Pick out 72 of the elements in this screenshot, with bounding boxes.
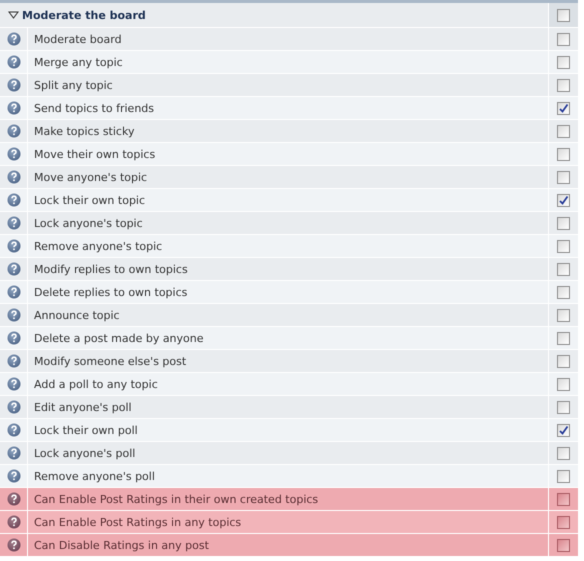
permission-label: Move anyone's topic [34,170,148,184]
permission-label: Can Disable Ratings in any post [34,538,209,552]
permission-label: Moderate board [34,32,122,46]
checkbox[interactable] [557,240,570,252]
checkbox[interactable] [557,332,570,344]
help-icon[interactable] [6,55,20,69]
checkbox[interactable] [557,170,570,184]
permission-label: Modify someone else's post [34,354,186,368]
permission-label: Make topics sticky [34,124,134,138]
expand-toggle-icon[interactable] [8,11,19,19]
permission-label: Lock their own poll [34,424,138,436]
checkbox[interactable] [557,32,570,46]
permission-label: Delete a post made by anyone [34,332,204,344]
help-icon[interactable] [6,32,20,46]
checkbox[interactable] [557,492,570,506]
checkbox[interactable] [557,262,570,276]
permission-label: Split any topic [34,78,113,92]
permission-label: Remove anyone's poll [34,470,155,482]
checkbox[interactable] [557,148,570,160]
permission-label: Merge any topic [34,56,123,68]
help-icon[interactable] [6,400,20,414]
permission-label: Lock their own topic [34,194,146,206]
checkbox[interactable] [557,470,570,482]
help-icon[interactable] [6,78,20,92]
help-icon[interactable] [6,285,20,299]
permission-label: Move their own topics [34,148,156,160]
permission-label: Lock anyone's topic [34,216,143,230]
help-icon[interactable] [6,492,20,506]
help-icon[interactable] [6,331,20,345]
checkbox[interactable] [557,424,570,436]
help-icon[interactable] [6,262,20,276]
checkbox[interactable] [557,8,570,22]
permission-label: Lock anyone's poll [34,446,136,460]
checkbox[interactable] [557,286,570,298]
section-title: Moderate the board [22,8,146,22]
checkbox[interactable] [557,102,570,114]
help-icon[interactable] [6,423,20,437]
help-icon[interactable] [6,469,20,483]
checkbox[interactable] [557,194,570,206]
checkbox[interactable] [557,538,570,552]
checkbox[interactable] [557,446,570,460]
help-icon[interactable] [6,193,20,207]
help-icon[interactable] [6,354,20,368]
permission-label: Can Enable Post Ratings in any topics [34,516,242,528]
checkbox[interactable] [557,308,570,322]
permission-label: Add a poll to any topic [34,378,158,390]
help-icon[interactable] [6,446,20,460]
help-icon[interactable] [6,377,20,391]
help-icon[interactable] [6,308,20,322]
checkbox[interactable] [557,400,570,414]
checkbox[interactable] [557,124,570,138]
permission-label: Modify replies to own topics [34,262,188,276]
help-icon[interactable] [6,216,20,230]
permission-label: Remove anyone's topic [34,240,162,252]
checkbox[interactable] [557,378,570,390]
permission-label: Send topics to friends [34,102,154,114]
checkbox[interactable] [557,216,570,230]
checkbox[interactable] [557,354,570,368]
help-icon[interactable] [6,147,20,161]
permission-label: Delete replies to own topics [34,286,188,298]
help-icon[interactable] [6,538,20,552]
help-icon[interactable] [6,239,20,253]
help-icon[interactable] [6,124,20,138]
checkbox[interactable] [557,78,570,92]
permission-label: Announce topic [34,308,120,322]
help-icon[interactable] [6,515,20,529]
permission-label: Can Enable Post Ratings in their own created topics [34,492,318,506]
help-icon[interactable] [6,170,20,184]
help-icon[interactable] [6,101,20,115]
permission-label: Edit anyone's poll [34,400,132,414]
checkbox[interactable] [557,56,570,68]
checkbox[interactable] [557,516,570,528]
